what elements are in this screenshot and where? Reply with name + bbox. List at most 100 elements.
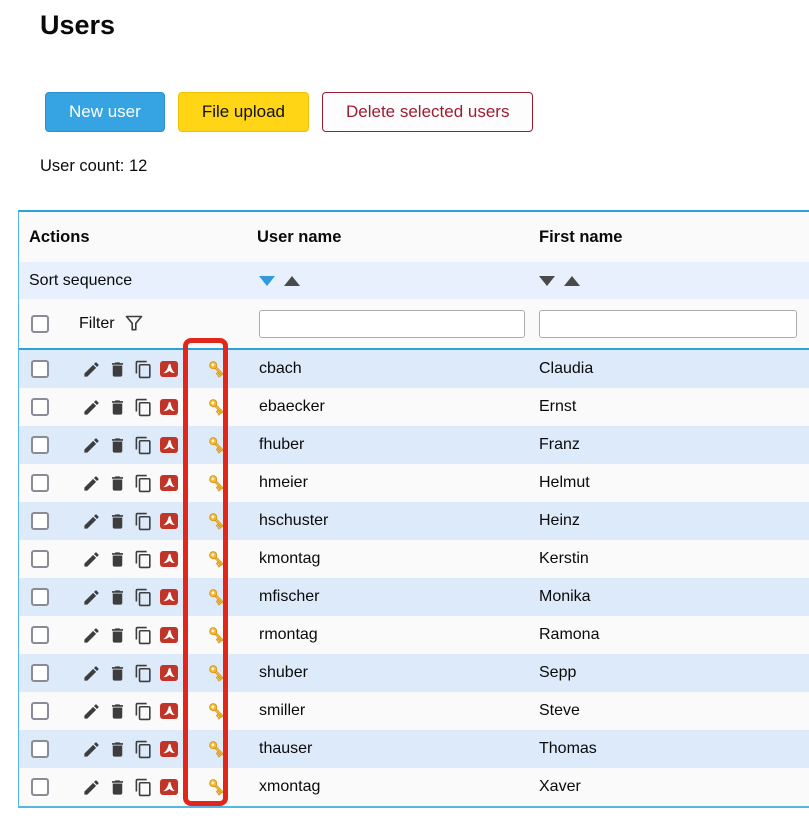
delete-icon[interactable]	[107, 701, 127, 721]
delete-icon[interactable]	[107, 549, 127, 569]
file-upload-button[interactable]: File upload	[178, 92, 309, 132]
key-icon[interactable]	[207, 701, 227, 721]
key-icon[interactable]	[207, 739, 227, 759]
copy-icon[interactable]	[133, 587, 153, 607]
key-icon[interactable]	[207, 549, 227, 569]
page: Users New user File upload Delete select…	[0, 0, 809, 834]
edit-icon[interactable]	[81, 663, 101, 683]
first-name-filter-input[interactable]	[539, 310, 797, 338]
pdf-icon[interactable]	[159, 701, 179, 721]
user-name-sort-controls	[251, 276, 533, 286]
pdf-icon[interactable]	[159, 739, 179, 759]
select-all-checkbox[interactable]	[31, 315, 49, 333]
key-icon[interactable]	[207, 625, 227, 645]
filter-label: Filter	[79, 315, 115, 333]
key-icon[interactable]	[207, 777, 227, 797]
key-icon[interactable]	[207, 587, 227, 607]
copy-icon[interactable]	[133, 777, 153, 797]
pdf-icon[interactable]	[159, 587, 179, 607]
delete-selected-users-button[interactable]: Delete selected users	[322, 92, 533, 132]
edit-icon[interactable]	[81, 359, 101, 379]
delete-icon[interactable]	[107, 397, 127, 417]
edit-icon[interactable]	[81, 473, 101, 493]
user-name-cell: smiller	[251, 702, 533, 720]
delete-icon[interactable]	[107, 435, 127, 455]
row-checkbox[interactable]	[31, 436, 49, 454]
copy-icon[interactable]	[133, 549, 153, 569]
pdf-icon[interactable]	[159, 625, 179, 645]
table-row: mfischer Monika	[19, 578, 809, 616]
copy-icon[interactable]	[133, 625, 153, 645]
sort-ascending-icon[interactable]	[284, 276, 300, 286]
key-icon[interactable]	[207, 473, 227, 493]
copy-icon[interactable]	[133, 435, 153, 455]
copy-icon[interactable]	[133, 701, 153, 721]
row-checkbox[interactable]	[31, 664, 49, 682]
delete-icon[interactable]	[107, 359, 127, 379]
pdf-icon[interactable]	[159, 663, 179, 683]
filter-actions-cell: Filter	[19, 315, 251, 333]
key-icon[interactable]	[207, 359, 227, 379]
table-header-row: Actions User name First name	[19, 212, 809, 262]
edit-icon[interactable]	[81, 397, 101, 417]
row-checkbox[interactable]	[31, 588, 49, 606]
user-name-filter-input[interactable]	[259, 310, 525, 338]
first-name-cell: Heinz	[533, 512, 809, 530]
edit-icon[interactable]	[81, 739, 101, 759]
user-name-filter-cell	[251, 310, 533, 338]
key-icon[interactable]	[207, 663, 227, 683]
row-checkbox[interactable]	[31, 778, 49, 796]
actions-cell	[19, 511, 251, 531]
delete-icon[interactable]	[107, 511, 127, 531]
copy-icon[interactable]	[133, 359, 153, 379]
copy-icon[interactable]	[133, 511, 153, 531]
table-row: hmeier Helmut	[19, 464, 809, 502]
pdf-icon[interactable]	[159, 397, 179, 417]
row-checkbox[interactable]	[31, 626, 49, 644]
pdf-icon[interactable]	[159, 777, 179, 797]
key-icon[interactable]	[207, 511, 227, 531]
copy-icon[interactable]	[133, 473, 153, 493]
copy-icon[interactable]	[133, 739, 153, 759]
edit-icon[interactable]	[81, 701, 101, 721]
key-icon[interactable]	[207, 397, 227, 417]
copy-icon[interactable]	[133, 397, 153, 417]
row-checkbox[interactable]	[31, 360, 49, 378]
delete-icon[interactable]	[107, 739, 127, 759]
pdf-icon[interactable]	[159, 435, 179, 455]
edit-icon[interactable]	[81, 549, 101, 569]
sort-descending-icon[interactable]	[539, 276, 555, 286]
key-icon[interactable]	[207, 435, 227, 455]
row-checkbox[interactable]	[31, 740, 49, 758]
first-name-sort-controls	[533, 276, 809, 286]
pdf-icon[interactable]	[159, 549, 179, 569]
delete-icon[interactable]	[107, 777, 127, 797]
pdf-icon[interactable]	[159, 473, 179, 493]
row-checkbox[interactable]	[31, 512, 49, 530]
pdf-icon[interactable]	[159, 359, 179, 379]
sort-ascending-icon[interactable]	[564, 276, 580, 286]
actions-cell	[19, 739, 251, 759]
filter-funnel-icon[interactable]	[125, 315, 143, 332]
delete-icon[interactable]	[107, 625, 127, 645]
user-count: User count: 12	[40, 157, 147, 176]
edit-icon[interactable]	[81, 435, 101, 455]
row-checkbox[interactable]	[31, 474, 49, 492]
row-checkbox[interactable]	[31, 702, 49, 720]
pdf-icon[interactable]	[159, 511, 179, 531]
sort-sequence-row: Sort sequence	[19, 262, 809, 299]
edit-icon[interactable]	[81, 777, 101, 797]
copy-icon[interactable]	[133, 663, 153, 683]
edit-icon[interactable]	[81, 625, 101, 645]
edit-icon[interactable]	[81, 511, 101, 531]
row-checkbox[interactable]	[31, 398, 49, 416]
edit-icon[interactable]	[81, 587, 101, 607]
sort-descending-icon[interactable]	[259, 276, 275, 286]
new-user-button[interactable]: New user	[45, 92, 165, 132]
table-row: cbach Claudia	[19, 350, 809, 388]
delete-icon[interactable]	[107, 663, 127, 683]
user-name-cell: rmontag	[251, 626, 533, 644]
delete-icon[interactable]	[107, 473, 127, 493]
row-checkbox[interactable]	[31, 550, 49, 568]
delete-icon[interactable]	[107, 587, 127, 607]
